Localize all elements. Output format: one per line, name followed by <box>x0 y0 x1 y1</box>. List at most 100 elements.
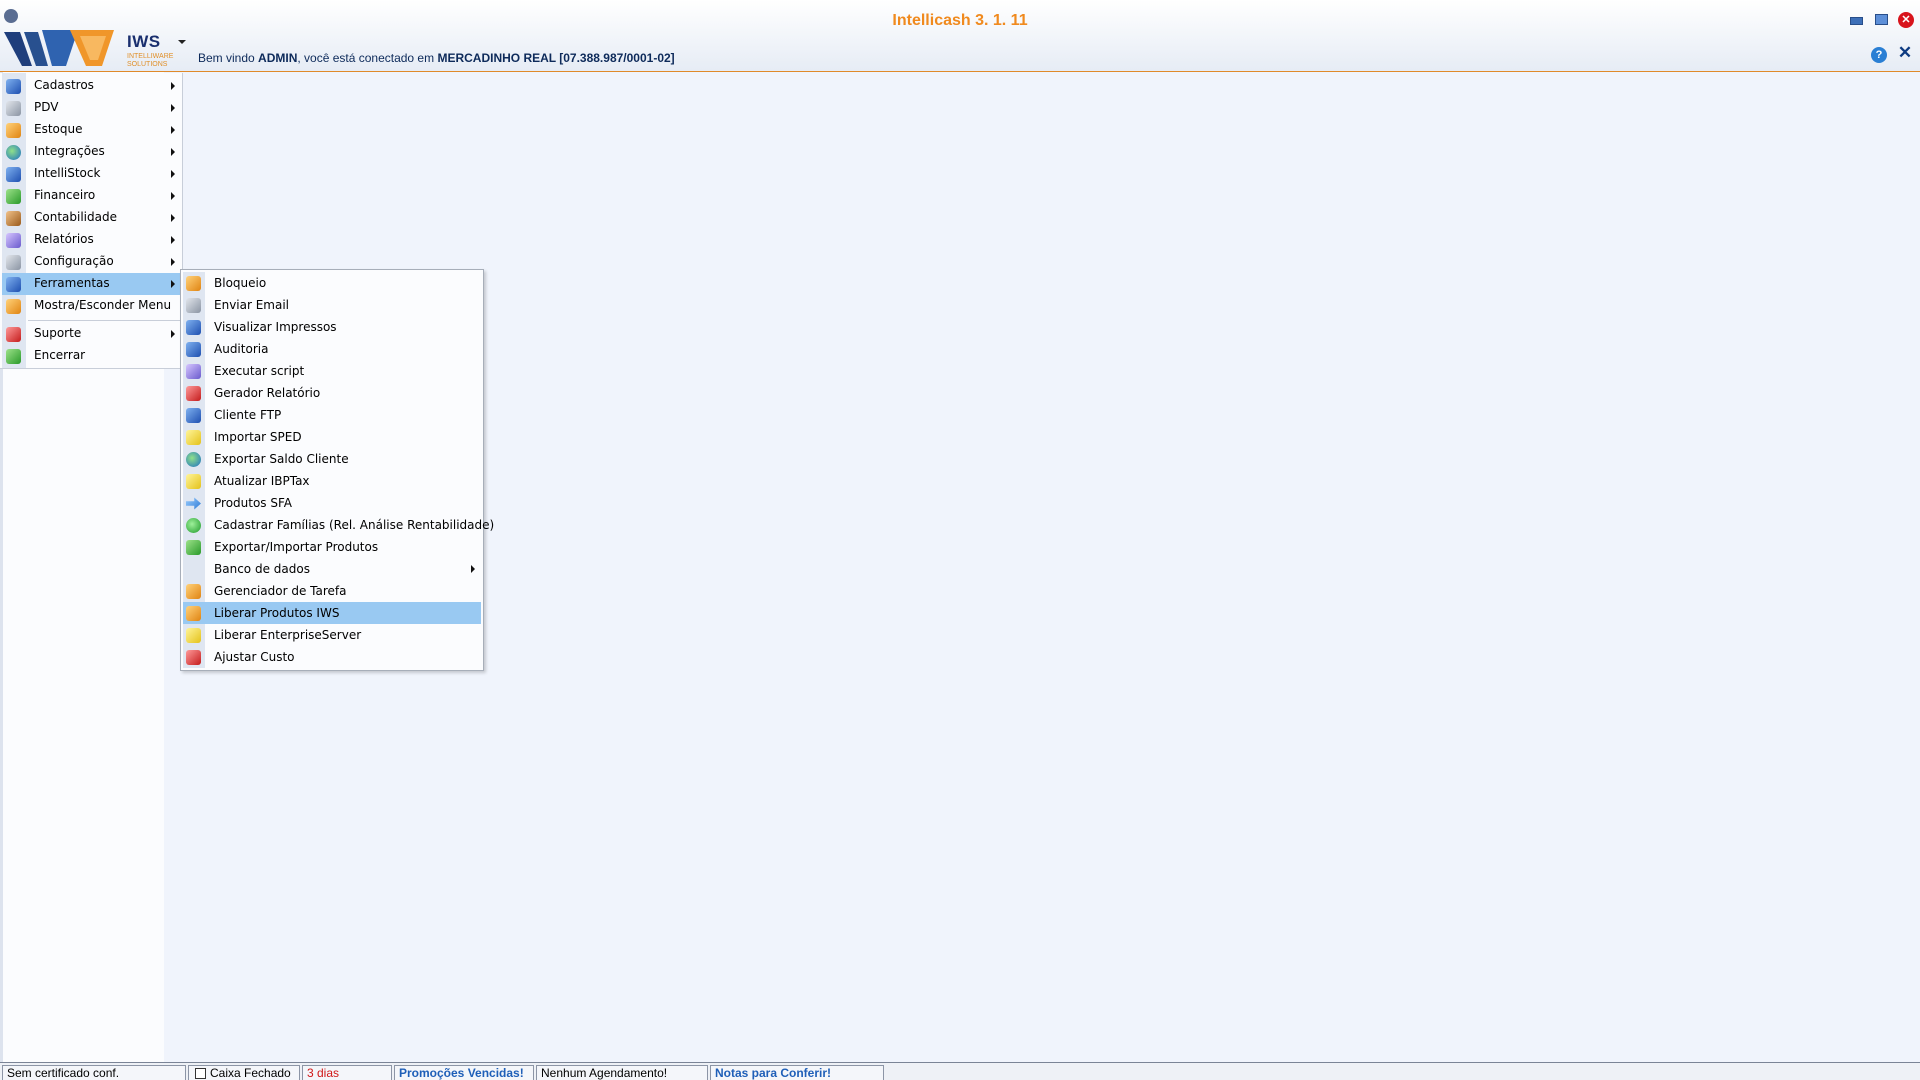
adjust-cost-icon <box>186 650 201 665</box>
chevron-right-icon <box>171 104 175 112</box>
at-sign-icon <box>6 145 21 160</box>
chevron-right-icon <box>171 236 175 244</box>
maximize-icon[interactable] <box>1873 12 1889 26</box>
minimize-icon[interactable] <box>1848 12 1864 26</box>
chevron-right-icon <box>171 148 175 156</box>
ledger-icon <box>6 211 21 226</box>
help-icon[interactable]: ? <box>1871 47 1887 63</box>
submenu-item-liberar-enterpriseserver[interactable]: Liberar EnterpriseServer <box>183 624 481 646</box>
submenu-item-exportar-importar-produtos[interactable]: Exportar/Importar Produtos <box>183 536 481 558</box>
status-cash-label: Caixa Fechado <box>210 1066 291 1080</box>
submenu-item-label: Ajustar Custo <box>214 650 295 664</box>
submenu-item-label: Cadastrar Famílias (Rel. Análise Rentabi… <box>214 518 495 532</box>
chevron-down-icon[interactable] <box>178 40 186 44</box>
report-icon <box>6 233 21 248</box>
submenu-item-label: Banco de dados <box>214 562 310 576</box>
submenu-item-enviar-email[interactable]: Enviar Email <box>183 294 481 316</box>
submenu-item-label: Auditoria <box>214 342 269 356</box>
chevron-right-icon <box>171 214 175 222</box>
status-promotions-link[interactable]: Promoções Vencidas! <box>394 1065 534 1080</box>
submenu-item-banco-de-dados[interactable]: Banco de dados <box>183 558 481 580</box>
submenu-item-label: Atualizar IBPTax <box>214 474 310 488</box>
chevron-right-icon <box>171 280 175 288</box>
submenu-item-label: Produtos SFA <box>214 496 292 510</box>
submenu-item-ajustar-custo[interactable]: Ajustar Custo <box>183 646 481 668</box>
menu-item-label: PDV <box>34 100 59 114</box>
menu-item-cadastros[interactable]: Cadastros <box>2 75 182 97</box>
submenu-item-label: Enviar Email <box>214 298 290 312</box>
submenu-item-bloqueio[interactable]: Bloqueio <box>183 272 481 294</box>
menu-item-mostra-esconder-menu[interactable]: Mostra/Esconder Menu <box>2 295 182 317</box>
menu-item-label: Cadastros <box>34 78 94 92</box>
menu-item-label: IntelliStock <box>34 166 101 180</box>
lightning-icon <box>186 430 201 445</box>
email-icon <box>186 298 201 313</box>
menu-item-relatorios[interactable]: Relatórios <box>2 229 182 251</box>
menu-item-pdv[interactable]: PDV <box>2 97 182 119</box>
menu-item-integracoes[interactable]: Integrações <box>2 141 182 163</box>
submenu-item-auditoria[interactable]: Auditoria <box>183 338 481 360</box>
money-icon <box>6 189 21 204</box>
menu-separator <box>28 320 180 321</box>
submenu-item-atualizar-ibptax[interactable]: Atualizar IBPTax <box>183 470 481 492</box>
submenu-item-executar-script[interactable]: Executar script <box>183 360 481 382</box>
menu-item-ferramentas[interactable]: Ferramentas <box>2 273 182 295</box>
ftp-icon <box>186 408 201 423</box>
menu-item-suporte[interactable]: Suporte <box>2 323 182 345</box>
submenu-item-produtos-sfa[interactable]: Produtos SFA <box>183 492 481 514</box>
menu-item-estoque[interactable]: Estoque <box>2 119 182 141</box>
ferramentas-submenu: Bloqueio Enviar Email Visualizar Impress… <box>180 269 494 671</box>
menu-item-encerrar[interactable]: Encerrar <box>2 345 182 367</box>
task-manager-icon <box>186 584 201 599</box>
lock-icon <box>186 276 201 291</box>
lightning-icon <box>186 474 201 489</box>
menu-item-label: Mostra/Esconder Menu <box>34 298 172 312</box>
welcome-middle: , você está conectado em <box>297 51 438 65</box>
status-cash[interactable]: Caixa Fechado <box>188 1065 300 1080</box>
logo-subtitle-line-2: SOLUTIONS <box>127 61 168 68</box>
submenu-item-cliente-ftp[interactable]: Cliente FTP <box>183 404 481 426</box>
chevron-right-icon <box>171 258 175 266</box>
sync-icon <box>186 540 201 555</box>
submenu-item-exportar-saldo-cliente[interactable]: Exportar Saldo Cliente <box>183 448 481 470</box>
menu-item-financeiro[interactable]: Financeiro <box>2 185 182 207</box>
phone-device-icon <box>6 167 21 182</box>
logo-text: IWS <box>127 32 161 51</box>
logo-subtitle-line-1: INTELLIWARE <box>127 53 174 60</box>
menu-item-label: Estoque <box>34 122 83 136</box>
submenu-item-label: Bloqueio <box>214 276 267 290</box>
title-bar: IWS INTELLIWARE SOLUTIONS Intellicash 3.… <box>0 0 1920 72</box>
close-window-icon[interactable]: ✕ <box>1898 12 1914 28</box>
support-icon <box>6 327 21 342</box>
chevron-right-icon <box>471 565 475 573</box>
submenu-item-importar-sped[interactable]: Importar SPED <box>183 426 481 448</box>
submenu-item-liberar-produtos-iws[interactable]: Liberar Produtos IWS <box>183 602 481 624</box>
menu-item-intellistock[interactable]: IntelliStock <box>2 163 182 185</box>
arrow-right-icon <box>186 497 201 510</box>
app-title: Intellicash 3. 1. 11 <box>892 12 1028 29</box>
submenu-item-label: Exportar Saldo Cliente <box>214 452 349 466</box>
config-icon <box>6 255 21 270</box>
chevron-right-icon <box>171 170 175 178</box>
submenu-item-label: Gerador Relatório <box>214 386 321 400</box>
menu-item-label: Financeiro <box>34 188 96 202</box>
welcome-message: Bem vindo ADMIN, você está conectado em … <box>198 51 675 65</box>
menu-item-contabilidade[interactable]: Contabilidade <box>2 207 182 229</box>
status-notes-link[interactable]: Notas para Conferir! <box>710 1065 884 1080</box>
submenu-item-gerenciador-de-tarefa[interactable]: Gerenciador de Tarefa <box>183 580 481 602</box>
menu-item-label: Integrações <box>34 144 105 158</box>
submenu-item-label: Gerenciador de Tarefa <box>214 584 347 598</box>
status-schedule: Nenhum Agendamento! <box>536 1065 708 1080</box>
chevron-right-icon <box>171 330 175 338</box>
cash-checkbox[interactable] <box>195 1068 206 1079</box>
close-tab-icon[interactable]: ✕ <box>1897 44 1913 61</box>
submenu-item-label: Visualizar Impressos <box>214 320 337 334</box>
menu-item-label: Contabilidade <box>34 210 117 224</box>
menu-item-configuracao[interactable]: Configuração <box>2 251 182 273</box>
submenu-item-cadastrar-familias[interactable]: Cadastrar Famílias (Rel. Análise Rentabi… <box>183 514 494 536</box>
globe-icon <box>186 452 201 467</box>
submenu-item-gerador-relatorio[interactable]: Gerador Relatório <box>183 382 481 404</box>
welcome-company: MERCADINHO REAL [07.388.987/0001-02] <box>437 51 675 65</box>
submenu-item-visualizar-impressos[interactable]: Visualizar Impressos <box>183 316 481 338</box>
printer-icon <box>186 320 201 335</box>
